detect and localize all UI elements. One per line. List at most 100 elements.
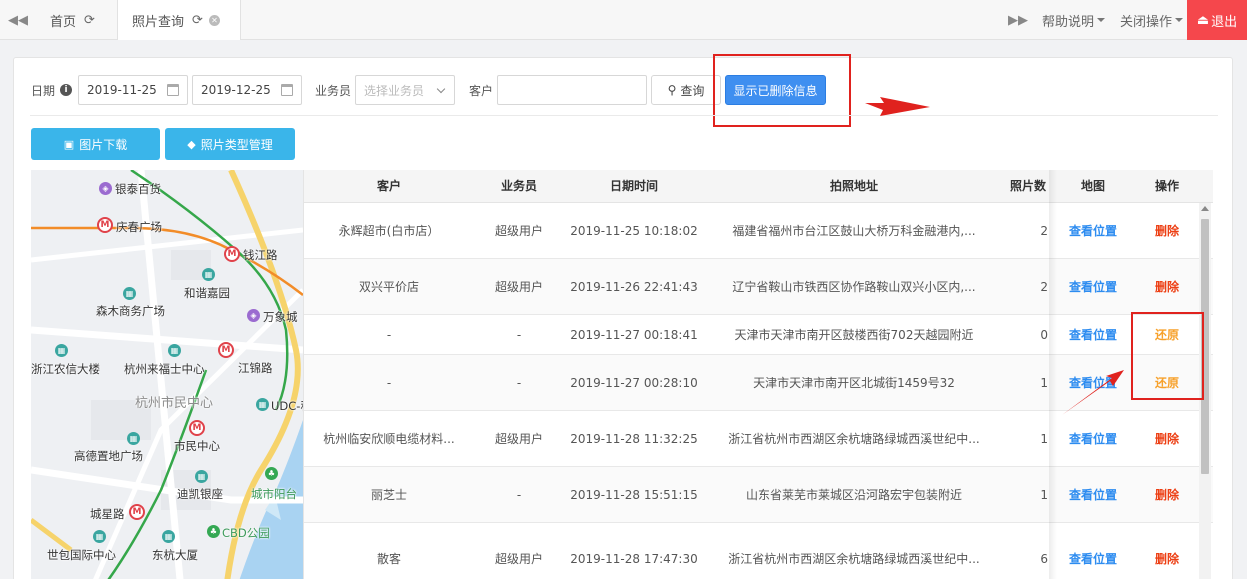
view-location-link[interactable]: 查看位置 [1069, 278, 1117, 295]
refresh-icon[interactable]: ⟳ [192, 13, 203, 28]
logout-icon: ⏏ [1196, 12, 1210, 28]
cell-text: 2019-11-27 00:18:41 [570, 327, 698, 342]
table-row: 杭州临安欣顺电缆材料... 超级用户 2019-11-28 11:32:25 浙江省杭… [304, 411, 1213, 467]
delete-button[interactable]: 删除 [1155, 222, 1179, 239]
delete-button[interactable]: 删除 [1155, 550, 1179, 567]
date-end-input[interactable]: 2019-12-25 [192, 75, 302, 105]
view-location-link[interactable]: 查看位置 [1069, 326, 1117, 343]
salesman-select[interactable]: 选择业务员 [355, 75, 455, 105]
scroll-right-icon[interactable]: ▶▶ [1000, 0, 1036, 40]
fixed-column-shadow [1049, 170, 1057, 579]
cell-text: 2019-11-28 17:47:30 [570, 551, 698, 566]
help-menu[interactable]: 帮助说明 [1042, 0, 1106, 40]
cell-text: 2 [1040, 279, 1048, 294]
metro-icon: M [189, 420, 205, 436]
chevron-down-icon [1097, 18, 1106, 22]
table-header: 客户 业务员 日期时间 拍照地址 照片数 地图 操作 [304, 170, 1213, 203]
map-label: 江锦路 [238, 361, 273, 375]
cell-customer: 丽芝士 [304, 467, 474, 522]
view-location-link[interactable]: 查看位置 [1069, 430, 1117, 447]
delete-button[interactable]: 删除 [1155, 278, 1179, 295]
map-label: 和谐嘉园 [184, 286, 230, 300]
cell-text: 2019-11-28 11:32:25 [570, 431, 698, 446]
cell-count: 1 [1004, 355, 1052, 410]
map-label: 庆春广场 [116, 220, 162, 234]
customer-input[interactable] [497, 75, 647, 105]
map-label: 城市阳台 [251, 487, 297, 501]
customer-label: 客户 [469, 84, 494, 98]
refresh-icon[interactable]: ⟳ [84, 13, 95, 28]
download-button[interactable]: ▣ 图片下载 [31, 128, 160, 160]
cell-op: 删除 [1134, 467, 1200, 522]
delete-button[interactable]: 删除 [1155, 486, 1179, 503]
table-row: 永辉超市(白市店） 超级用户 2019-11-25 10:18:02 福建省福州市台江… [304, 203, 1213, 259]
scroll-left-icon[interactable]: ◀◀ [0, 0, 36, 40]
col-salesman: 业务员 [500, 179, 537, 193]
cell-op: 删除 [1134, 203, 1200, 258]
search-button[interactable]: ⚲ 查询 [651, 75, 721, 105]
tab-bar: ◀◀ 首页 ⟳ 照片查询 ⟳ ✕ ▶▶ 帮助说明 关闭操作 ⏏ 退出 [0, 0, 1247, 40]
tab-home[interactable]: 首页 ⟳ [36, 0, 118, 40]
calendar-icon [167, 84, 179, 96]
info-icon[interactable]: i [60, 84, 72, 96]
map-label: 万象城 [263, 310, 298, 324]
cell-customer: - [304, 355, 474, 410]
cell-text: 超级用户 [494, 552, 543, 566]
scroll-up-icon[interactable] [1201, 206, 1209, 211]
cell-address: 福建省福州市台江区鼓山大桥万科金融港内,... [704, 203, 1004, 258]
annotation-box [713, 54, 851, 127]
close-ops-menu[interactable]: 关闭操作 [1120, 0, 1184, 40]
tab-photo-query[interactable]: 照片查询 ⟳ ✕ [118, 0, 241, 40]
map-label: 世包国际中心 [47, 548, 116, 562]
cell-datetime: 2019-11-25 10:18:02 [564, 203, 704, 258]
cell-text: 辽宁省鞍山市铁西区协作路鞍山双兴小区内,... [732, 280, 976, 294]
map-view[interactable]: ◈ 银泰百货 M 庆春广场 M 钱江路 ▦ 和谐嘉园 ▦ 森木商务广场 ◈ 万象… [31, 170, 303, 579]
cell-text: - [516, 327, 522, 342]
cell-count: 1 [1004, 467, 1052, 522]
cell-address: 浙江省杭州市西湖区余杭塘路绿城西溪世纪中... [704, 411, 1004, 466]
view-location-link[interactable]: 查看位置 [1069, 550, 1117, 567]
cell-datetime: 2019-11-28 15:51:15 [564, 467, 704, 522]
map-label: CBD公园 [222, 526, 270, 540]
col-action: 操作 [1154, 179, 1179, 193]
cell-count: 0 [1004, 315, 1052, 354]
tab-label: 首页 [50, 14, 77, 30]
cell-text: 浙江省杭州市西湖区余杭塘路绿城西溪世纪中... [728, 432, 980, 446]
cell-text: 浙江省杭州市西湖区余杭塘路绿城西溪世纪中... [728, 552, 980, 566]
type-manage-button[interactable]: ◆ 照片类型管理 [165, 128, 295, 160]
view-location-link[interactable]: 查看位置 [1069, 486, 1117, 503]
date-start-input[interactable]: 2019-11-25 [78, 75, 188, 105]
building-icon: ▦ [168, 344, 181, 357]
logout-button[interactable]: ⏏ 退出 [1187, 0, 1247, 40]
table-row: - - 2019-11-27 00:18:41 天津市天津市南开区鼓楼西街702天越园… [304, 315, 1213, 355]
cell-text: 超级用户 [494, 432, 543, 446]
map-label: 森木商务广场 [96, 304, 165, 318]
cell-map: 查看位置 [1052, 315, 1134, 354]
view-location-link[interactable]: 查看位置 [1069, 222, 1117, 239]
cell-address: 天津市天津市南开区北城街1459号32 [704, 355, 1004, 410]
cell-text: 福建省福州市台江区鼓山大桥万科金融港内,... [732, 224, 976, 238]
table-row: 丽芝士 - 2019-11-28 15:51:15 山东省莱芜市莱城区沿河路宏宇包装附… [304, 467, 1213, 523]
cell-customer: 双兴平价店 [304, 259, 474, 314]
map-label: 浙江农信大楼 [31, 362, 100, 376]
date-end-value: 2019-12-25 [201, 83, 271, 97]
tab-label: 照片查询 [132, 14, 185, 30]
cell-text: 1 [1040, 487, 1048, 502]
col-count: 照片数 [1009, 179, 1046, 193]
cell-map: 查看位置 [1052, 523, 1134, 579]
cell-text: 2019-11-27 00:28:10 [570, 375, 698, 390]
cell-salesman: - [474, 355, 564, 410]
cell-salesman: 超级用户 [474, 259, 564, 314]
delete-button[interactable]: 删除 [1155, 430, 1179, 447]
cell-map: 查看位置 [1052, 467, 1134, 522]
cell-text: - [386, 375, 392, 390]
download-label: 图片下载 [79, 137, 128, 152]
building-icon: ▦ [162, 530, 175, 543]
cell-op: 删除 [1134, 523, 1200, 579]
building-icon: ▦ [127, 432, 140, 445]
annotation-box [1131, 312, 1204, 400]
view-location-link[interactable]: 查看位置 [1069, 374, 1117, 391]
cell-text: 天津市天津市南开区鼓楼西街702天越园附近 [734, 328, 974, 342]
close-icon[interactable]: ✕ [208, 14, 220, 26]
salesman-label: 业务员 [315, 84, 352, 98]
